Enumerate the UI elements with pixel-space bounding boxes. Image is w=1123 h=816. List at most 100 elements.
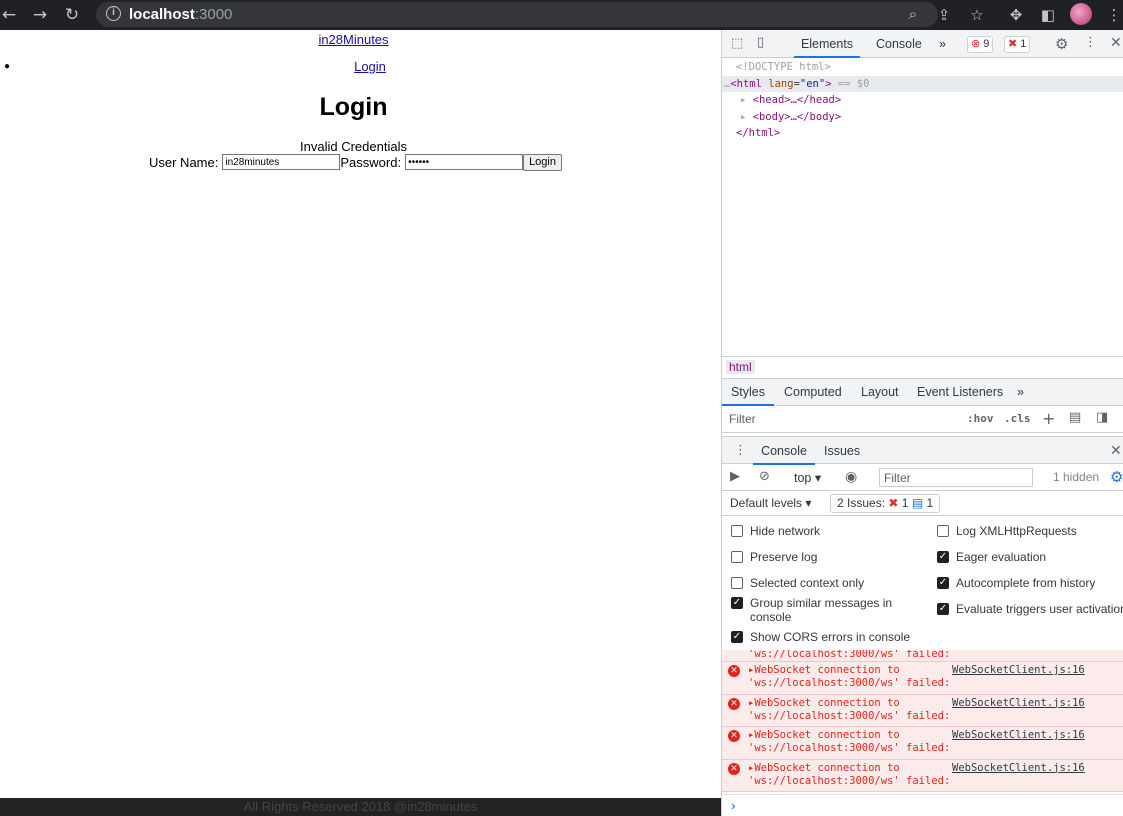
checkbox-checked[interactable]: ✓ [937, 551, 949, 563]
settings-gear-icon[interactable]: ⚙ [1055, 35, 1068, 53]
message-line1: ▸WebSocket connection to [748, 696, 900, 709]
cls-toggle[interactable]: .cls [1004, 412, 1031, 425]
message-source-link[interactable]: WebSocketClient.js:16 [952, 697, 1085, 709]
issue-count-badge[interactable]: ✖ 1 [1004, 36, 1031, 53]
tree-head-node[interactable]: ▸ <head>…</head> [722, 92, 1123, 109]
message-line2: 'ws://localhost:3000/ws' failed: [748, 709, 951, 722]
console-message[interactable]: ✕ ▸WebSocket connection to 'ws://localho… [722, 759, 1123, 792]
issues-blue-count: 1 [926, 496, 934, 510]
reload-icon[interactable]: ↻ [61, 4, 83, 26]
close-devtools-icon[interactable]: ✕ [1110, 35, 1122, 51]
console-prompt[interactable]: › [722, 794, 1123, 816]
console-filter-input[interactable]: Filter [879, 468, 1033, 487]
message-source-link[interactable]: WebSocketClient.js:16 [952, 664, 1085, 676]
message-text: WebSocket connection to [754, 696, 900, 709]
device-toolbar-icon[interactable]: ▯ [757, 35, 764, 50]
site-info-icon[interactable]: i [106, 6, 121, 21]
setting-autocomplete-history[interactable]: ✓ Autocomplete from history [937, 576, 1095, 590]
toggle-sidebar-icon[interactable]: ◨ [1096, 410, 1108, 425]
console-message[interactable]: ✕ ▸WebSocket connection to 'ws://localho… [722, 727, 1123, 760]
setting-label: Autocomplete from history [956, 576, 1096, 590]
share-icon[interactable]: ⇪ [933, 4, 955, 26]
checkbox-checked[interactable]: ✓ [937, 603, 949, 615]
message-source-link[interactable]: WebSocketClient.js:16 [952, 729, 1085, 741]
setting-label: Preserve log [750, 550, 818, 564]
checkbox[interactable] [731, 525, 743, 537]
tab-console[interactable]: Console [876, 30, 922, 58]
hov-toggle[interactable]: :hov [967, 412, 994, 425]
console-settings-gear-icon[interactable]: ⚙ [1110, 468, 1123, 486]
setting-eager-evaluation[interactable]: ✓ Eager evaluation [937, 550, 1046, 564]
message-line1: ▸WebSocket connection to [748, 664, 900, 676]
context-selector[interactable]: top ▾ [794, 470, 821, 485]
checkbox-checked[interactable]: ✓ [731, 631, 743, 643]
breadcrumb-html[interactable]: html [726, 360, 755, 374]
error-count-badge[interactable]: ⊗ 9 [967, 36, 994, 53]
bookmark-star-icon[interactable]: ☆ [966, 4, 988, 26]
issues-button[interactable]: 2 Issues: ✖ 1 ▤ 1 [830, 494, 941, 513]
checkbox[interactable] [937, 525, 949, 537]
sidebar-toggle-icon[interactable]: ▶ [730, 469, 740, 484]
brand-link[interactable]: in28Minutes [318, 32, 388, 47]
issue-count: 1 [1020, 38, 1027, 50]
console-message-partial[interactable]: 'ws://localhost:3000/ws' failed: [722, 650, 1123, 662]
address-bar[interactable]: i localhost:3000 ⌕ [96, 2, 938, 27]
issue-flag-icon: ✖ [1008, 38, 1018, 50]
extensions-icon[interactable]: ✥ [1005, 4, 1027, 26]
tree-body-node[interactable]: ▸ <body>…</body> [722, 109, 1123, 126]
live-expression-eye-icon[interactable]: ◉ [845, 469, 857, 485]
tab-event-listeners[interactable]: Event Listeners [917, 379, 1003, 406]
profile-avatar[interactable] [1070, 3, 1092, 25]
tree-html-close[interactable]: </html> [722, 125, 1123, 142]
inspect-element-icon[interactable]: ⬚ [731, 36, 743, 51]
styles-filter-input[interactable]: Filter [729, 412, 756, 426]
arrow-left-icon[interactable]: ← [0, 4, 20, 26]
tree-html-node[interactable]: …<html lang="en"> == $0 [722, 75, 1123, 92]
setting-preserve-log[interactable]: Preserve log [731, 550, 817, 564]
console-message[interactable]: ✕ ▸WebSocket connection to 'ws://localho… [722, 694, 1123, 727]
default-levels-dropdown[interactable]: Default levels ▾ [730, 496, 811, 510]
drawer-tab-console[interactable]: Console [753, 437, 815, 465]
tab-computed[interactable]: Computed [784, 379, 842, 406]
new-style-rule-icon[interactable]: + [1042, 409, 1055, 428]
username-input[interactable] [222, 154, 341, 170]
setting-log-xhr[interactable]: Log XMLHttpRequests [937, 524, 1077, 538]
login-button[interactable]: Login [523, 153, 562, 171]
error-icon: ✕ [728, 665, 740, 677]
kebab-menu-icon[interactable]: ⋮ [1084, 35, 1097, 50]
more-style-tabs-icon[interactable]: » [1017, 379, 1024, 406]
nav-login-link[interactable]: Login [354, 59, 386, 74]
checkbox-checked[interactable]: ✓ [937, 577, 949, 589]
setting-evaluate-triggers[interactable]: ✓ Evaluate triggers user activation [937, 602, 1123, 616]
menu-kebab-icon[interactable]: ⋮ [1103, 4, 1123, 26]
tab-layout[interactable]: Layout [861, 379, 899, 406]
styles-tab-bar: Styles Computed Layout Event Listeners » [722, 379, 1123, 406]
message-text: 'ws://localhost:3000/ws' failed: [748, 650, 951, 660]
setting-selected-context-only[interactable]: Selected context only [731, 576, 864, 590]
url-text[interactable]: localhost:3000 [129, 6, 232, 23]
setting-group-similar[interactable]: ✓ Group similar messages in console [731, 596, 921, 624]
setting-hide-network[interactable]: Hide network [731, 524, 820, 538]
arrow-right-icon[interactable]: → [29, 4, 51, 26]
side-panel-icon[interactable]: ◧ [1037, 4, 1059, 26]
password-input[interactable] [405, 154, 524, 170]
zoom-icon[interactable]: ⌕ [902, 3, 924, 25]
drawer-menu-icon[interactable]: ⋮ [734, 443, 747, 458]
tree-doctype[interactable]: <!DOCTYPE html> [722, 59, 1123, 76]
checkbox-checked[interactable]: ✓ [731, 597, 743, 609]
clear-console-icon[interactable]: ⊘ [759, 469, 770, 484]
checkbox[interactable] [731, 551, 743, 563]
more-tabs-icon[interactable]: » [939, 30, 946, 58]
paint-roller-icon[interactable]: ▤ [1069, 410, 1081, 425]
tab-elements[interactable]: Elements [794, 30, 860, 58]
drawer-tab-issues[interactable]: Issues [824, 437, 860, 465]
breadcrumb: html [722, 356, 1123, 379]
tab-styles[interactable]: Styles [722, 379, 774, 406]
setting-show-cors-errors[interactable]: ✓ Show CORS errors in console [731, 630, 910, 644]
brand-link-wrap: in28Minutes [0, 32, 707, 47]
close-drawer-icon[interactable]: ✕ [1110, 443, 1122, 459]
login-form: User Name: Password: Login [149, 153, 562, 171]
checkbox[interactable] [731, 577, 743, 589]
message-source-link[interactable]: WebSocketClient.js:16 [952, 762, 1085, 774]
console-message[interactable]: ✕ ▸WebSocket connection to 'ws://localho… [722, 662, 1123, 695]
